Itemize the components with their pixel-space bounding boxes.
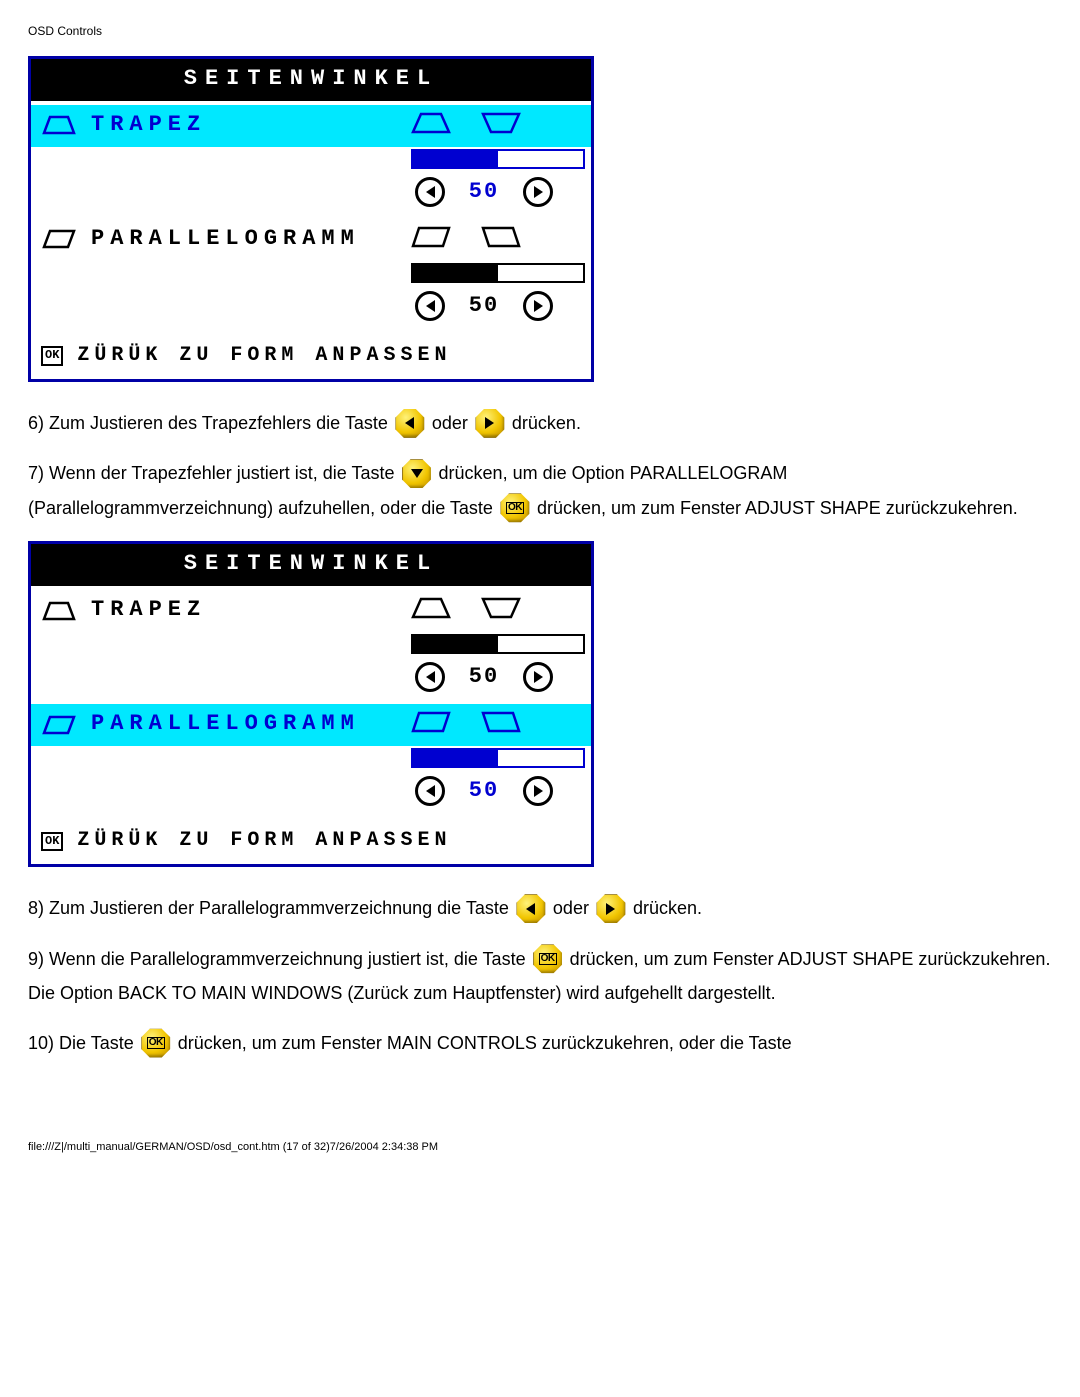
text: 7) Wenn der Trapezfehler justiert ist, d… <box>28 463 400 483</box>
down-arrow-button-icon <box>402 459 432 489</box>
ok-button-icon: OK <box>141 1028 171 1058</box>
right-arrow-button-icon <box>475 408 505 438</box>
osd2-item-parallelogramm-label: PARALLELOGRAMM <box>91 710 360 739</box>
text: (Parallelogrammverzeichnung) aufzuhellen… <box>28 498 498 518</box>
text: 10) Die Taste <box>28 1033 139 1053</box>
text: drücken, um die Option PARALLELOGRAM <box>439 463 788 483</box>
parallelogramm-slider-bar[interactable] <box>411 263 585 283</box>
trapezoid-narrow-top-icon <box>411 111 451 135</box>
parallelogram-icon <box>41 712 77 738</box>
footer-path: file:///Z|/multi_manual/GERMAN/OSD/osd_c… <box>28 1140 1052 1154</box>
text: 9) Wenn die Parallelogrammverzeichnung j… <box>28 949 531 969</box>
parallelogram-right-icon <box>481 225 521 249</box>
instruction-8: 8) Zum Justieren der Parallelogrammverze… <box>28 891 1052 925</box>
instruction-10: 10) Die Taste OK drücken, um zum Fenster… <box>28 1026 1052 1060</box>
text: oder <box>553 898 594 918</box>
osd1-footer[interactable]: OK ZÜRÜK ZU FORM ANPASSEN <box>31 333 591 379</box>
text: 6) Zum Justieren des Trapezfehlers die T… <box>28 413 393 433</box>
arrow-left-icon[interactable] <box>415 291 445 321</box>
osd1-title: SEITENWINKEL <box>31 59 591 102</box>
text: drücken. <box>512 413 581 433</box>
page-title: OSD Controls <box>28 24 1052 40</box>
instruction-7: 7) Wenn der Trapezfehler justiert ist, d… <box>28 456 1052 524</box>
osd-panel-1: SEITENWINKEL TRAPEZ <box>28 56 594 383</box>
ok-icon: OK <box>41 346 63 366</box>
ok-button-icon: OK <box>533 944 563 974</box>
text: oder <box>432 413 473 433</box>
arrow-left-icon[interactable] <box>415 776 445 806</box>
osd2-item-parallelogramm[interactable]: PARALLELOGRAMM <box>31 704 591 746</box>
left-arrow-button-icon <box>395 408 425 438</box>
parallelogramm-slider-bar[interactable] <box>411 748 585 768</box>
trapez-value: 50 <box>449 663 519 692</box>
right-arrow-button-icon <box>596 894 626 924</box>
arrow-right-icon[interactable] <box>523 662 553 692</box>
parallelogram-right-icon <box>481 710 521 734</box>
osd2-title: SEITENWINKEL <box>31 544 591 587</box>
osd1-item-parallelogramm-label: PARALLELOGRAMM <box>91 225 360 254</box>
arrow-right-icon[interactable] <box>523 177 553 207</box>
trapez-slider-bar[interactable] <box>411 634 585 654</box>
osd2-item-trapez-label: TRAPEZ <box>91 596 206 625</box>
text: drücken, um zum Fenster ADJUST SHAPE zur… <box>537 498 1018 518</box>
trapezoid-narrow-top-icon <box>411 596 451 620</box>
osd2-footer-text: ZÜRÜK ZU FORM ANPASSEN <box>77 828 451 854</box>
text: 8) Zum Justieren der Parallelogrammverze… <box>28 898 514 918</box>
arrow-left-icon[interactable] <box>415 177 445 207</box>
osd2-item-trapez[interactable]: TRAPEZ <box>31 590 591 632</box>
trapez-value: 50 <box>449 178 519 207</box>
trapez-slider-bar[interactable] <box>411 149 585 169</box>
parallelogram-icon <box>41 226 77 252</box>
instruction-9: 9) Wenn die Parallelogrammverzeichnung j… <box>28 942 1052 1010</box>
ok-button-icon: OK <box>500 493 530 523</box>
osd1-footer-text: ZÜRÜK ZU FORM ANPASSEN <box>77 343 451 369</box>
text: drücken. <box>633 898 702 918</box>
trapezoid-wide-top-icon <box>481 111 521 135</box>
parallelogramm-value: 50 <box>449 777 519 806</box>
parallelogram-left-icon <box>411 225 451 249</box>
osd1-item-trapez[interactable]: TRAPEZ <box>31 105 591 147</box>
parallelogramm-value: 50 <box>449 292 519 321</box>
ok-icon: OK <box>41 832 63 852</box>
instruction-6: 6) Zum Justieren des Trapezfehlers die T… <box>28 406 1052 440</box>
arrow-left-icon[interactable] <box>415 662 445 692</box>
arrow-right-icon[interactable] <box>523 776 553 806</box>
osd2-footer[interactable]: OK ZÜRÜK ZU FORM ANPASSEN <box>31 818 591 864</box>
trapezoid-narrow-top-icon <box>41 598 77 624</box>
osd1-item-trapez-label: TRAPEZ <box>91 111 206 140</box>
arrow-right-icon[interactable] <box>523 291 553 321</box>
osd-panel-2: SEITENWINKEL TRAPEZ <box>28 541 594 868</box>
trapezoid-narrow-top-icon <box>41 112 77 138</box>
left-arrow-button-icon <box>516 894 546 924</box>
parallelogram-left-icon <box>411 710 451 734</box>
text: drücken, um zum Fenster MAIN CONTROLS zu… <box>178 1033 792 1053</box>
osd1-item-parallelogramm[interactable]: PARALLELOGRAMM <box>31 219 591 261</box>
trapezoid-wide-top-icon <box>481 596 521 620</box>
